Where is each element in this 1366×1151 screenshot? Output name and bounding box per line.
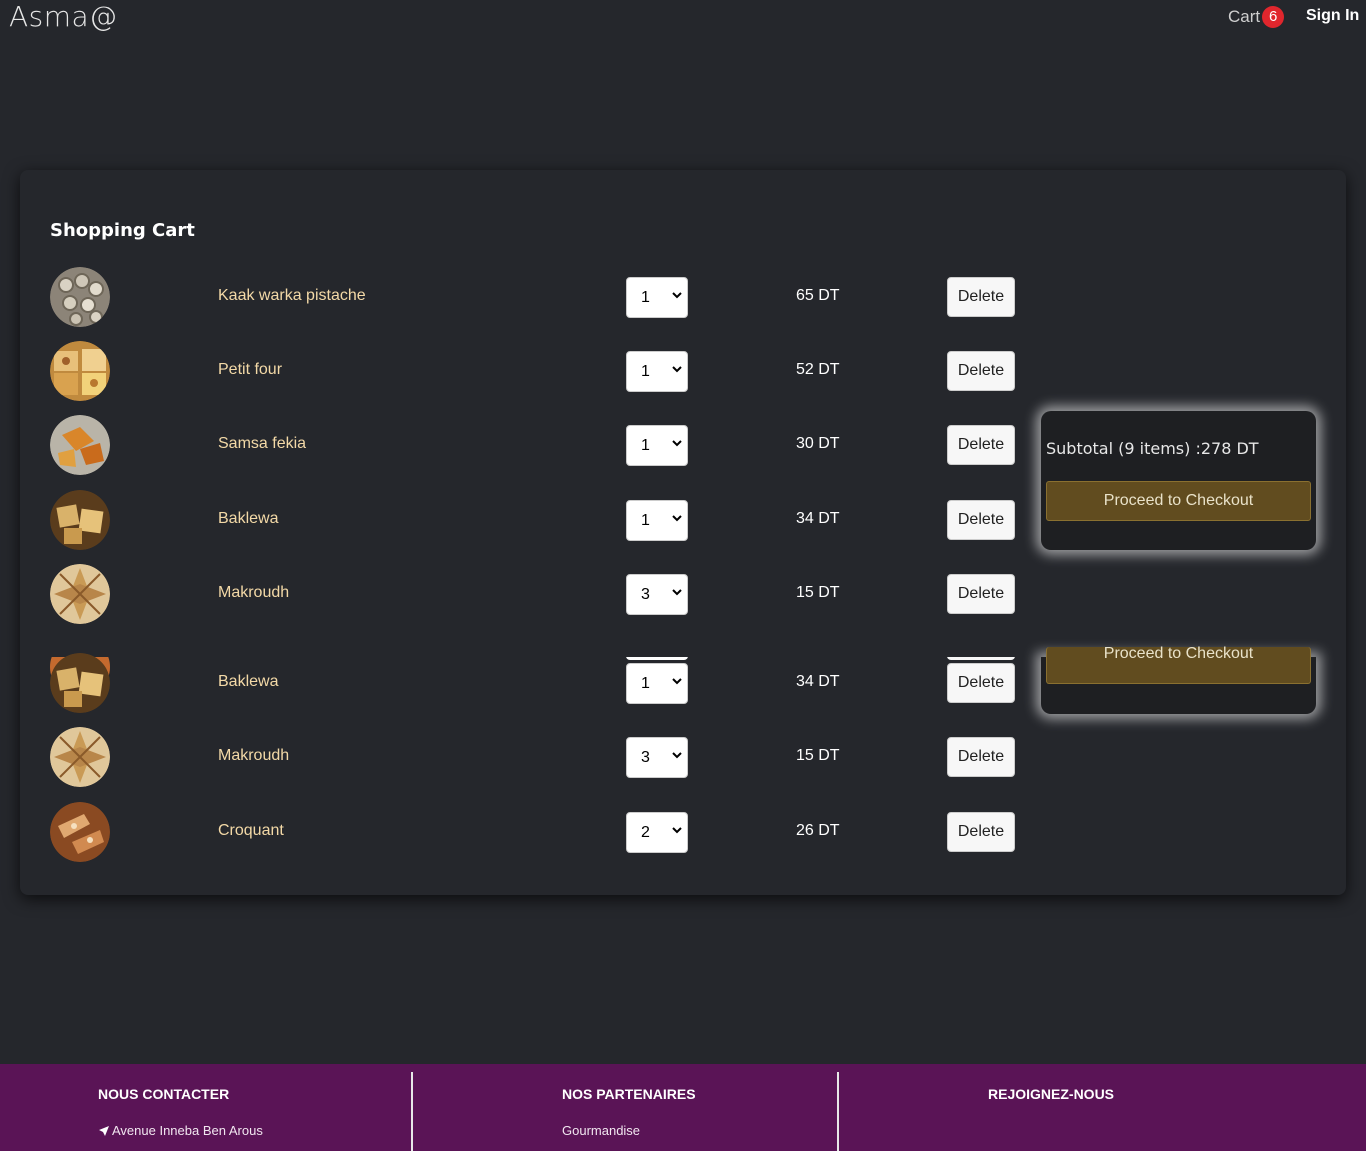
delete-button[interactable]: Delete bbox=[947, 737, 1015, 777]
item-name[interactable]: Kaak warka pistache bbox=[218, 287, 366, 305]
item-price: 30 DT bbox=[796, 435, 840, 452]
item-name[interactable]: Baklewa bbox=[218, 673, 278, 691]
cart-item-row: Petit four 1 52 DT Delete bbox=[20, 339, 1030, 403]
item-name[interactable]: Makroudh bbox=[218, 747, 289, 765]
item-price: 26 DT bbox=[796, 822, 840, 839]
quantity-value: 1 bbox=[641, 675, 650, 692]
delete-button[interactable]: Delete bbox=[947, 812, 1015, 852]
footer-contact-title: NOUS CONTACTER bbox=[98, 1086, 230, 1102]
quantity-value: 1 bbox=[641, 289, 650, 306]
item-price: 15 DT bbox=[796, 747, 840, 764]
subtotal-box: Subtotal (9 items) :278 DT Proceed to Ch… bbox=[1041, 411, 1316, 550]
cart-label: Cart bbox=[1228, 7, 1261, 26]
product-image bbox=[50, 490, 110, 550]
product-image bbox=[50, 415, 110, 475]
chevron-down-icon bbox=[672, 752, 682, 759]
quantity-value: 1 bbox=[641, 363, 650, 380]
cart-item-row: Baklewa 1 34 DT Delete bbox=[20, 651, 1030, 715]
product-image bbox=[50, 341, 110, 401]
quantity-value: 1 bbox=[641, 437, 650, 454]
quantity-select[interactable]: 1 bbox=[626, 500, 688, 541]
footer-divider bbox=[837, 1072, 839, 1151]
product-image bbox=[50, 727, 110, 787]
quantity-select[interactable]: 3 bbox=[626, 574, 688, 615]
item-name[interactable]: Petit four bbox=[218, 361, 282, 379]
chevron-down-icon bbox=[672, 366, 682, 373]
delete-button[interactable]: Delete bbox=[947, 277, 1015, 317]
quantity-select[interactable]: 1 bbox=[626, 425, 688, 466]
quantity-value: 1 bbox=[641, 512, 650, 529]
navbar: Asma@ Cart 6 Sign In bbox=[0, 0, 1366, 40]
cart-item-row: Makroudh 3 15 DT Delete bbox=[20, 562, 1030, 626]
cart-item-row: Croquant 2 26 DT Delete bbox=[20, 800, 1030, 864]
footer-partner-link[interactable]: Gourmandise bbox=[562, 1123, 640, 1138]
footer-join-title: REJOIGNEZ-NOUS bbox=[988, 1086, 1115, 1102]
quantity-select[interactable]: 3 bbox=[626, 737, 688, 778]
footer-address-text: Avenue Inneba Ben Arous bbox=[112, 1123, 263, 1138]
cart-item-row: Kaak warka pistache 1 65 DT Delete bbox=[20, 265, 1030, 329]
item-price: 15 DT bbox=[796, 584, 840, 601]
quantity-select[interactable]: 2 bbox=[626, 812, 688, 853]
delete-button[interactable]: Delete bbox=[947, 500, 1015, 540]
product-image bbox=[50, 802, 110, 862]
footer: NOUS CONTACTER Avenue Inneba Ben Arous N… bbox=[0, 1064, 1366, 1151]
footer-divider bbox=[411, 1072, 413, 1151]
location-arrow-icon bbox=[99, 1125, 109, 1136]
product-image bbox=[50, 267, 110, 327]
subtotal-text: Subtotal (9 items) :278 DT bbox=[1046, 439, 1259, 458]
proceed-to-checkout-button[interactable]: Proceed to Checkout bbox=[1046, 481, 1311, 521]
product-image bbox=[50, 564, 110, 624]
item-price: 34 DT bbox=[796, 673, 840, 690]
cart-title: Shopping Cart bbox=[50, 220, 195, 241]
quantity-select[interactable]: 1 bbox=[626, 351, 688, 392]
quantity-select[interactable]: 1 bbox=[626, 277, 688, 318]
quantity-select[interactable]: 1 bbox=[626, 663, 688, 704]
chevron-down-icon bbox=[672, 515, 682, 522]
footer-address: Avenue Inneba Ben Arous bbox=[98, 1123, 263, 1138]
delete-button[interactable]: Delete bbox=[947, 425, 1015, 465]
cart-item-row: Makroudh 3 15 DT Delete bbox=[20, 725, 1030, 789]
item-price: 65 DT bbox=[796, 287, 840, 304]
chevron-down-icon bbox=[672, 440, 682, 447]
chevron-down-icon bbox=[672, 292, 682, 299]
cart-count-badge: 6 bbox=[1262, 6, 1285, 28]
product-image bbox=[50, 653, 110, 713]
item-price: 52 DT bbox=[796, 361, 840, 378]
item-name[interactable]: Samsa fekia bbox=[218, 435, 306, 453]
chevron-down-icon bbox=[672, 678, 682, 685]
quantity-value: 2 bbox=[641, 824, 650, 841]
sign-in-link[interactable]: Sign In bbox=[1306, 7, 1359, 25]
delete-button[interactable]: Delete bbox=[947, 574, 1015, 614]
chevron-down-icon bbox=[672, 589, 682, 596]
delete-button[interactable]: Delete bbox=[947, 663, 1015, 703]
item-name[interactable]: Baklewa bbox=[218, 510, 278, 528]
item-name[interactable]: Croquant bbox=[218, 822, 284, 840]
delete-button[interactable]: Delete bbox=[947, 351, 1015, 391]
subtotal-box-fragment: Proceed to Checkout bbox=[1041, 646, 1316, 714]
quantity-value: 3 bbox=[641, 749, 650, 766]
proceed-to-checkout-button[interactable]: Proceed to Checkout bbox=[1046, 646, 1311, 684]
brand-logo[interactable]: Asma@ bbox=[9, 0, 118, 33]
item-name[interactable]: Makroudh bbox=[218, 584, 289, 602]
cart-link[interactable]: Cart 6 bbox=[1228, 6, 1285, 28]
cart-item-row: Samsa fekia 1 30 DT Delete bbox=[20, 413, 1030, 477]
quantity-value: 3 bbox=[641, 586, 650, 603]
item-price: 34 DT bbox=[796, 510, 840, 527]
chevron-down-icon bbox=[672, 827, 682, 834]
cart-item-row: Baklewa 1 34 DT Delete bbox=[20, 488, 1030, 552]
footer-partners-title: NOS PARTENAIRES bbox=[562, 1086, 696, 1102]
